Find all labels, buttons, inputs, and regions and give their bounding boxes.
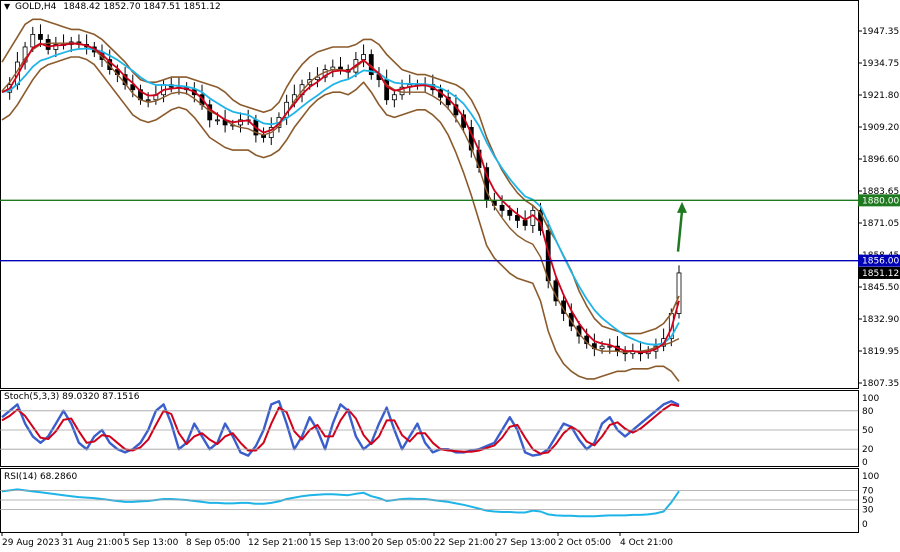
stochastic-main-line [1,400,680,457]
chart-overlays: 1880.00 1856.00 1851.12 [0,194,900,279]
price-axis: 1947.351934.751921.801909.201896.601883.… [858,27,899,389]
chart-canvas: 1947.351934.751921.801909.201896.601883.… [0,0,900,548]
ohlc-readout: 1848.42 1852.70 1847.51 1851.12 [63,2,221,12]
time-tick-label: 15 Sep 13:00 [310,538,370,548]
current-price-tag: 1851.12 [862,269,899,279]
time-tick-label: 4 Oct 21:00 [620,538,673,548]
rsi-level-label: 50 [862,496,874,506]
symbol-label: GOLD,H4 [15,2,57,12]
rsi-level-label: 0 [862,520,868,530]
time-tick-label: 22 Sep 21:00 [434,538,494,548]
price-tick-label: 1921.80 [862,91,899,101]
stochastic-level-label: 50 [862,426,874,436]
price-tick-label: 1909.20 [862,123,899,133]
stochastic-level-label: 100 [862,394,879,404]
stochastic-level-label: 20 [862,445,874,455]
time-tick-label: 29 Aug 2023 [2,538,60,548]
dropdown-arrow-icon[interactable]: ▼ [4,2,10,11]
support-price-tag: 1880.00 [862,196,899,206]
candle-body [530,209,536,226]
candle-body [30,33,36,48]
rsi-series [1,488,680,518]
candle-body [522,220,528,226]
price-tick-label: 1871.05 [862,219,899,229]
candle-body [38,33,43,40]
stochastic-axis: 100 80 50 20 0 [0,394,879,468]
price-tick-label: 1819.95 [862,347,899,357]
candle-body [391,94,397,101]
candle-body [215,119,220,122]
time-tick-label: 8 Sep 05:00 [186,538,241,548]
price-tick-label: 1896.60 [862,155,899,165]
stochastic-series [1,400,680,457]
time-tick-label: 5 Sep 13:00 [124,538,179,548]
rsi-level-label: 100 [862,472,879,482]
fast-ma-line [1,42,680,354]
time-tick-label: 31 Aug 21:00 [62,538,123,548]
stochastic-label: Stoch(5,3,3) 89.0320 87.1516 [4,392,140,402]
price-panel-border [0,0,859,389]
stochastic-level-label: 80 [862,407,874,417]
resistance-price-tag: 1856.00 [862,257,899,267]
up-arrow-icon [677,201,687,213]
price-tick-label: 1947.35 [862,27,899,37]
up-arrow-shaft [676,210,684,252]
time-tick-label: 27 Sep 13:00 [496,538,556,548]
candle-body [499,204,505,211]
rsi-label: RSI(14) 68.2860 [4,472,78,482]
price-tick-label: 1934.75 [862,59,899,69]
price-tick-label: 1832.90 [862,315,899,325]
time-tick-label: 2 Oct 05:00 [558,538,611,548]
price-tick-label: 1807.35 [862,379,899,389]
time-tick-label: 20 Sep 05:00 [372,538,432,548]
candle-body [45,39,51,50]
bollinger-middle-line [1,42,680,354]
rsi-level-label: 30 [862,506,874,516]
rsi-level-label: 70 [862,486,874,496]
candle-body [145,99,151,102]
chart-title: ▼ GOLD,H4 1848.42 1852.70 1847.51 1851.1… [4,2,221,12]
stochastic-signal-line [1,403,680,455]
time-axis: 29 Aug 2023 31 Aug 21:00 5 Sep 13:00 8 Sep … [1,532,673,548]
candle-body [361,54,366,60]
rsi-line [1,488,680,518]
stochastic-level-label: 0 [862,458,868,468]
candle-body [599,345,605,350]
candle-body [507,209,513,216]
price-tick-label: 1845.50 [862,283,899,293]
time-tick-label: 12 Sep 21:00 [248,538,308,548]
